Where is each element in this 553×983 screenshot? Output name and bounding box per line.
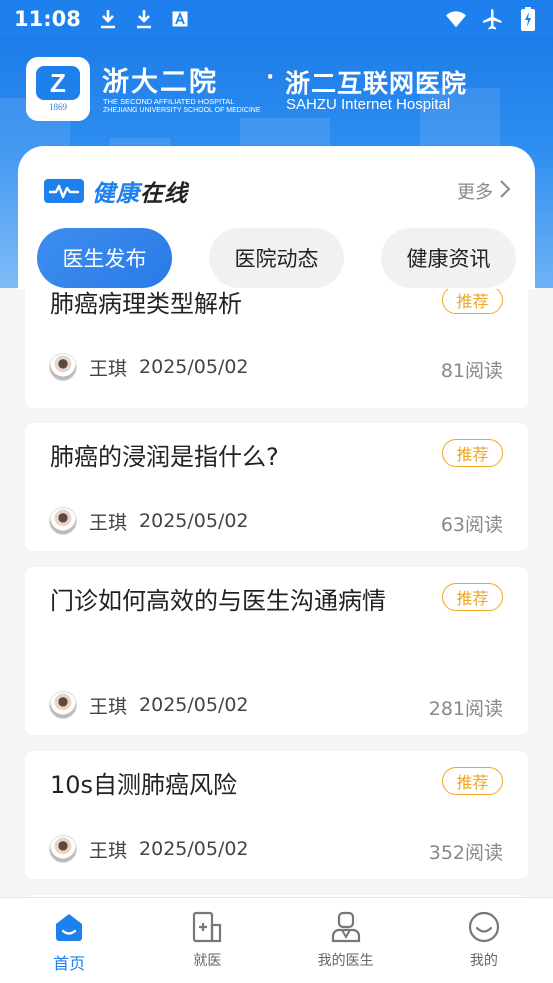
internet-hospital-name-en: SAHZU Internet Hospital	[286, 96, 451, 113]
article-date: 2025/05/02	[139, 838, 249, 860]
section-title-blue: 健康	[92, 181, 140, 207]
article-meta: 王琪 2025/05/02	[49, 691, 249, 719]
article-title: 10s自测肺癌风险	[50, 771, 238, 799]
avatar	[49, 507, 77, 535]
section-title-text: 健康在线	[92, 174, 188, 208]
article-author: 王琪	[89, 695, 128, 718]
nav-mine[interactable]: 我的	[415, 898, 553, 983]
battery-charging-icon	[517, 7, 539, 31]
pulse-icon	[44, 179, 84, 203]
article-title: 肺癌病理类型解析	[50, 290, 242, 318]
article-date: 2025/05/02	[139, 356, 249, 378]
recommend-badge: 推荐	[442, 439, 503, 467]
article-date: 2025/05/02	[139, 510, 249, 532]
more-label: 更多	[457, 182, 493, 203]
tab-doctor-posts[interactable]: 医生发布	[37, 228, 172, 288]
article-meta: 王琪 2025/05/02	[49, 507, 249, 535]
avatar	[49, 353, 77, 381]
home-icon	[52, 910, 86, 944]
recommend-badge: 推荐	[442, 289, 503, 314]
download-icon	[133, 8, 155, 30]
section-title-dark: 在线	[140, 181, 188, 207]
article-reads: 63阅读	[440, 514, 503, 536]
status-time: 11:08	[14, 7, 81, 31]
article-title: 门诊如何高效的与医生沟通病情	[50, 587, 386, 615]
article-reads: 281阅读	[428, 698, 503, 720]
smile-face-icon	[467, 910, 501, 944]
health-online-card: 健康在线 更多 医生发布 医院动态 健康资讯	[18, 146, 535, 289]
article-title: 肺癌的浸润是指什么?	[50, 443, 279, 471]
font-icon	[169, 8, 191, 30]
article-reads: 352阅读	[428, 842, 503, 864]
chevron-right-icon	[499, 179, 511, 204]
list-item[interactable]: 肺癌的浸润是指什么? 推荐 王琪 2025/05/02 63阅读	[25, 423, 528, 551]
nav-mine-label: 我的	[469, 953, 498, 969]
list-item[interactable]: 门诊如何高效的与医生沟通病情 推荐 王琪 2025/05/02 281阅读	[25, 567, 528, 735]
tab-hospital-news[interactable]: 医院动态	[209, 228, 344, 288]
article-author: 王琪	[89, 839, 128, 862]
wifi-icon	[445, 8, 467, 30]
hospital-name-en-line1: THE SECOND AFFILIATED HOSPITAL	[103, 97, 235, 106]
nav-medical[interactable]: 就医	[138, 898, 276, 983]
title-separator: ·	[266, 65, 275, 90]
logo-year: 1869	[49, 102, 67, 112]
medical-clipboard-icon	[190, 910, 224, 944]
article-author: 王琪	[89, 511, 128, 534]
recommend-badge: 推荐	[442, 767, 503, 795]
hospital-logo: Z 1869	[26, 57, 90, 121]
article-date: 2025/05/02	[139, 694, 249, 716]
more-button[interactable]: 更多	[457, 178, 511, 204]
avatar	[49, 835, 77, 863]
nav-home[interactable]: 首页	[0, 898, 138, 983]
article-meta: 王琪 2025/05/02	[49, 835, 249, 863]
nav-home-label: 首页	[53, 954, 86, 973]
nav-medical-label: 就医	[193, 953, 222, 969]
bottom-nav: 首页 就医 我的医生 我的	[0, 897, 553, 983]
download-icon	[97, 8, 119, 30]
hospital-name-cn: 浙大二院	[102, 67, 218, 98]
list-item[interactable]: 10s自测肺癌风险 推荐 王琪 2025/05/02 352阅读	[25, 751, 528, 879]
article-author: 王琪	[89, 357, 128, 380]
nav-my-doctor-label: 我的医生	[317, 953, 374, 969]
article-list: 肺癌病理类型解析 推荐 王琪 2025/05/02 81阅读 肺癌的浸润是指什么…	[0, 289, 553, 897]
avatar	[49, 691, 77, 719]
article-reads: 81阅读	[440, 360, 503, 382]
status-bar: 11:08	[0, 0, 553, 38]
section-title: 健康在线	[44, 174, 188, 208]
hospital-name-en-line2: ZHEJIANG UNIVERSITY SCHOOL OF MEDICINE	[103, 107, 261, 114]
tab-health-info[interactable]: 健康资讯	[381, 228, 516, 288]
list-item[interactable]: 肺癌病理类型解析 推荐 王琪 2025/05/02 81阅读	[25, 289, 528, 408]
airplane-icon	[481, 8, 503, 30]
article-meta: 王琪 2025/05/02	[49, 353, 249, 381]
logo-letter: Z	[36, 66, 80, 100]
recommend-badge: 推荐	[442, 583, 503, 611]
internet-hospital-name-cn: 浙二互联网医院	[285, 69, 468, 98]
nav-my-doctor[interactable]: 我的医生	[277, 898, 415, 983]
doctor-icon	[329, 910, 363, 944]
